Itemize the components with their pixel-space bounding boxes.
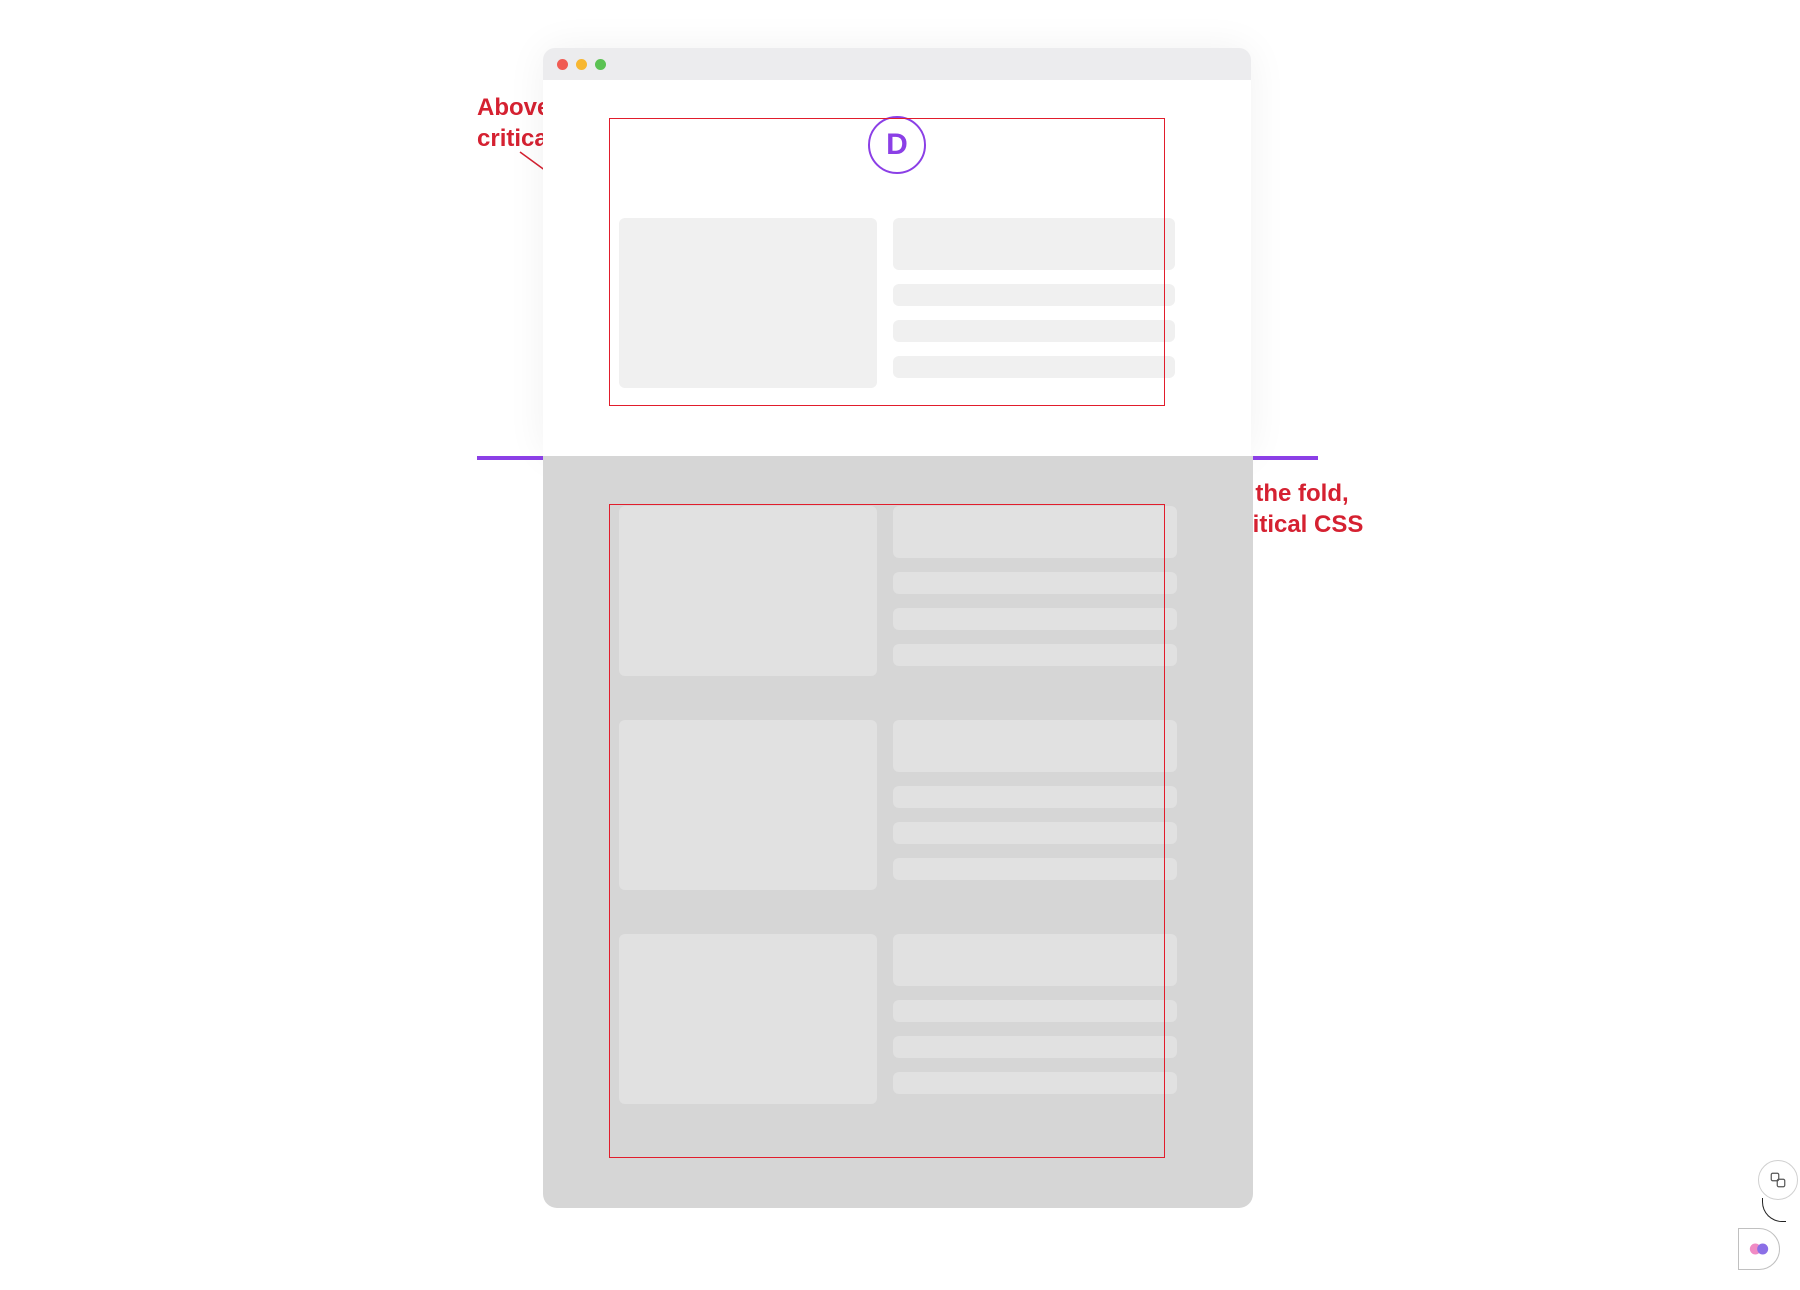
heading-placeholder — [893, 218, 1175, 270]
text-placeholder — [893, 356, 1175, 378]
window-minimize-dot — [576, 59, 587, 70]
text-placeholder — [893, 644, 1177, 666]
site-logo-letter: D — [886, 128, 908, 162]
content-row — [619, 720, 1177, 890]
text-placeholder — [893, 284, 1175, 306]
page-above-fold: D — [543, 80, 1251, 456]
site-logo: D — [868, 116, 926, 174]
text-lines — [893, 720, 1177, 890]
heading-placeholder — [893, 720, 1177, 772]
text-placeholder — [893, 572, 1177, 594]
content-row — [619, 218, 1175, 388]
browser-titlebar — [543, 48, 1251, 80]
widget-bubble-top[interactable] — [1758, 1160, 1798, 1200]
content-row — [619, 506, 1177, 676]
heading-placeholder — [893, 934, 1177, 986]
widget-bubble-bottom[interactable] — [1738, 1228, 1780, 1270]
text-placeholder — [893, 320, 1175, 342]
window-close-dot — [557, 59, 568, 70]
browser-window: D — [543, 48, 1251, 456]
thumbnail-placeholder — [619, 934, 877, 1104]
text-placeholder — [893, 1000, 1177, 1022]
logo-wrap: D — [619, 116, 1175, 174]
text-placeholder — [893, 608, 1177, 630]
text-lines — [893, 934, 1177, 1104]
thumbnail-placeholder — [619, 720, 877, 890]
text-placeholder — [893, 786, 1177, 808]
content-row — [619, 934, 1177, 1104]
text-placeholder — [893, 822, 1177, 844]
thumbnail-placeholder — [619, 506, 877, 676]
thumbnail-placeholder — [619, 218, 877, 388]
heading-placeholder — [893, 506, 1177, 558]
text-placeholder — [893, 1036, 1177, 1058]
text-placeholder — [893, 1072, 1177, 1094]
below-fold-wrap — [477, 456, 1318, 1208]
text-lines — [893, 218, 1175, 388]
diagram-stage: D — [477, 48, 1317, 1208]
floating-widget — [1738, 1160, 1798, 1270]
page-below-fold — [543, 456, 1253, 1208]
text-placeholder — [893, 858, 1177, 880]
text-lines — [893, 506, 1177, 676]
brain-icon — [1748, 1238, 1770, 1260]
window-zoom-dot — [595, 59, 606, 70]
widget-connector — [1762, 1198, 1786, 1222]
link-icon — [1769, 1171, 1787, 1189]
